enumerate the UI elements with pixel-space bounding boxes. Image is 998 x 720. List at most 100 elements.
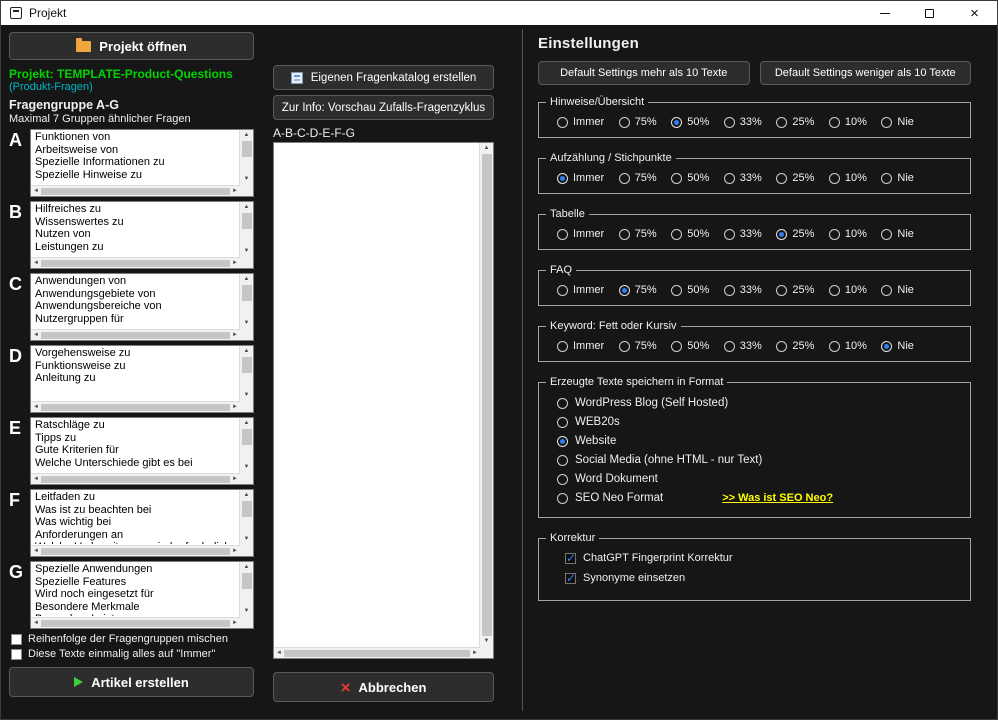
radio-option-25%[interactable]: 25% (776, 172, 814, 184)
scroll-left-icon[interactable]: ◄ (33, 475, 39, 484)
group-list-B[interactable]: Hilfreiches zuWissenswertes zuNutzen von… (30, 201, 254, 269)
horizontal-scrollbar[interactable]: ◄► (31, 185, 240, 196)
radio-icon[interactable] (557, 229, 568, 240)
radio-icon[interactable] (557, 493, 568, 504)
radio-icon[interactable] (829, 173, 840, 184)
radio-option-50%[interactable]: 50% (671, 284, 709, 296)
radio-icon[interactable] (619, 173, 630, 184)
scrollbar-thumb[interactable] (242, 213, 252, 229)
radio-option-10%[interactable]: 10% (829, 172, 867, 184)
open-project-button[interactable]: Projekt öffnen (9, 32, 254, 60)
radio-icon[interactable] (776, 173, 787, 184)
radio-option-50%[interactable]: 50% (671, 116, 709, 128)
scroll-right-icon[interactable]: ► (232, 259, 238, 268)
radio-icon[interactable] (557, 398, 568, 409)
list-item[interactable]: Gute Kriterien für (35, 444, 238, 457)
radio-option-Immer[interactable]: Immer (557, 172, 604, 184)
radio-icon[interactable] (557, 417, 568, 428)
list-item[interactable]: Was ist zu beachten bei (35, 504, 238, 517)
list-item[interactable]: Spezielle Informationen zu (35, 156, 238, 169)
radio-option-10%[interactable]: 10% (829, 340, 867, 352)
radio-icon[interactable] (829, 229, 840, 240)
format-option-0[interactable]: WordPress Blog (Self Hosted) (557, 397, 960, 409)
radio-option-33%[interactable]: 33% (724, 284, 762, 296)
scroll-left-icon[interactable]: ◄ (33, 619, 39, 628)
scrollbar-thumb[interactable] (242, 573, 252, 589)
radio-icon[interactable] (881, 285, 892, 296)
cycle-listbox[interactable]: ▲▼◄► (273, 142, 494, 659)
format-option-1[interactable]: WEB20s (557, 416, 960, 428)
horizontal-scrollbar[interactable]: ◄► (31, 617, 240, 628)
correction-option-1[interactable]: Synonyme einsetzen (565, 572, 960, 584)
scrollbar-thumb[interactable] (242, 285, 252, 301)
scrollbar-thumb[interactable] (41, 476, 230, 483)
scroll-right-icon[interactable]: ► (232, 331, 238, 340)
scroll-up-icon[interactable]: ▲ (244, 203, 250, 212)
radio-icon[interactable] (881, 173, 892, 184)
radio-icon[interactable] (557, 455, 568, 466)
scroll-down-icon[interactable]: ▼ (244, 175, 250, 184)
list-item[interactable]: Hilfreiches zu (35, 203, 238, 216)
group-list-F[interactable]: Leitfaden zuWas ist zu beachten beiWas w… (30, 489, 254, 557)
radio-option-Nie[interactable]: Nie (881, 116, 914, 128)
radio-icon[interactable] (776, 117, 787, 128)
radio-option-50%[interactable]: 50% (671, 172, 709, 184)
scroll-left-icon[interactable]: ◄ (33, 331, 39, 340)
radio-option-33%[interactable]: 33% (724, 228, 762, 240)
radio-icon[interactable] (881, 341, 892, 352)
radio-icon[interactable] (557, 285, 568, 296)
scroll-down-icon[interactable]: ▼ (484, 637, 490, 646)
radio-icon[interactable] (671, 173, 682, 184)
radio-icon[interactable] (724, 229, 735, 240)
list-item[interactable]: Spezielle Anwendungen (35, 563, 238, 576)
radio-icon[interactable] (881, 117, 892, 128)
list-item[interactable]: Anleitung zu (35, 372, 238, 385)
list-item[interactable]: Was wichtig bei (35, 516, 238, 529)
radio-icon[interactable] (557, 173, 568, 184)
list-item[interactable]: Wissenswertes zu (35, 216, 238, 229)
scroll-left-icon[interactable]: ◄ (33, 187, 39, 196)
list-item[interactable]: Vorgehensweise zu (35, 347, 238, 360)
list-item[interactable]: Funktionsweise zu (35, 360, 238, 373)
scroll-right-icon[interactable]: ► (232, 187, 238, 196)
radio-option-10%[interactable]: 10% (829, 284, 867, 296)
radio-icon[interactable] (671, 341, 682, 352)
radio-option-75%[interactable]: 75% (619, 172, 657, 184)
scrollbar-thumb[interactable] (41, 188, 230, 195)
scroll-up-icon[interactable]: ▲ (244, 419, 250, 428)
horizontal-scrollbar[interactable]: ◄► (31, 473, 240, 484)
list-item[interactable]: Besondere Merkmale (35, 601, 238, 614)
scrollbar-thumb[interactable] (482, 154, 492, 636)
scroll-down-icon[interactable]: ▼ (244, 247, 250, 256)
scroll-down-icon[interactable]: ▼ (244, 391, 250, 400)
cancel-button[interactable]: × Abbrechen (273, 672, 494, 702)
radio-icon[interactable] (619, 229, 630, 240)
radio-icon[interactable] (776, 341, 787, 352)
radio-option-25%[interactable]: 25% (776, 116, 814, 128)
radio-option-Nie[interactable]: Nie (881, 284, 914, 296)
radio-icon[interactable] (724, 285, 735, 296)
list-item[interactable]: Leitfaden zu (35, 491, 238, 504)
radio-option-Immer[interactable]: Immer (557, 228, 604, 240)
list-item[interactable]: Anwendungsgebiete von (35, 288, 238, 301)
vertical-scrollbar[interactable]: ▲▼ (479, 143, 493, 647)
seo-neo-link[interactable]: >> Was ist SEO Neo? (722, 492, 833, 504)
scroll-up-icon[interactable]: ▲ (244, 131, 250, 140)
list-item[interactable]: Anwendungen von (35, 275, 238, 288)
radio-icon[interactable] (619, 285, 630, 296)
radio-icon[interactable] (557, 474, 568, 485)
radio-option-75%[interactable]: 75% (619, 228, 657, 240)
vertical-scrollbar[interactable]: ▲▼ (239, 130, 253, 185)
list-item[interactable]: Ratschläge zu (35, 419, 238, 432)
horizontal-scrollbar[interactable]: ◄► (31, 329, 240, 340)
format-option-4[interactable]: Word Dokument (557, 473, 960, 485)
radio-option-25%[interactable]: 25% (776, 228, 814, 240)
scrollbar-thumb[interactable] (242, 429, 252, 445)
format-option-5[interactable]: SEO Neo Format>> Was ist SEO Neo? (557, 492, 960, 504)
list-item[interactable]: Spezielle Hinweise zu (35, 169, 238, 182)
radio-option-25%[interactable]: 25% (776, 340, 814, 352)
radio-icon[interactable] (829, 341, 840, 352)
group-list-D[interactable]: Vorgehensweise zuFunktionsweise zuAnleit… (30, 345, 254, 413)
list-item[interactable]: Anforderungen an (35, 529, 238, 542)
format-option-3[interactable]: Social Media (ohne HTML - nur Text) (557, 454, 960, 466)
